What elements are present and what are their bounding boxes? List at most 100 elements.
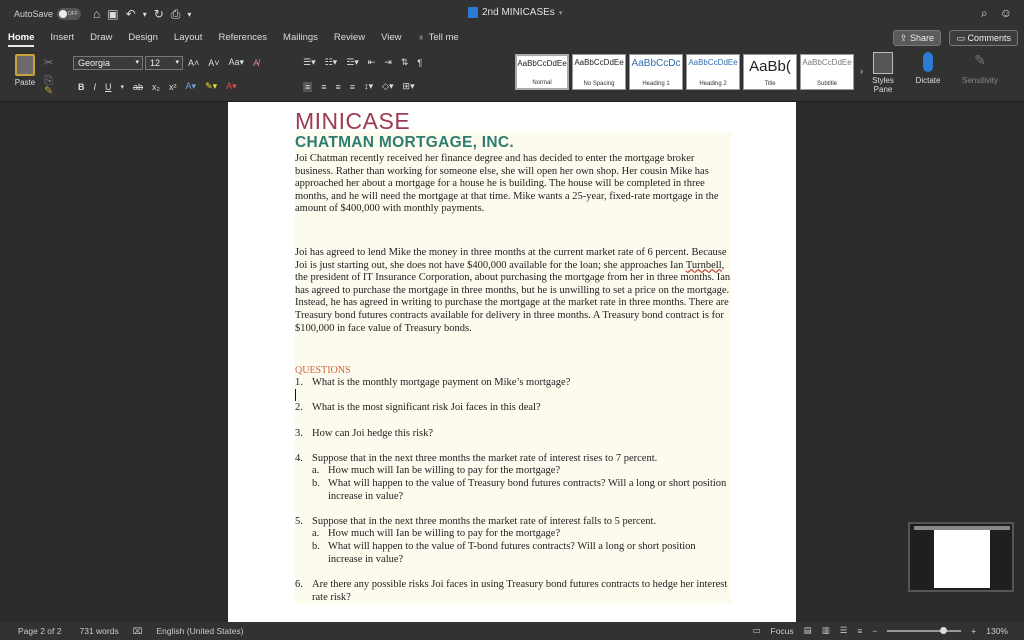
grow-font-icon[interactable]: A˄ — [188, 58, 199, 68]
comments-button[interactable]: ▭ Comments — [949, 30, 1018, 46]
align-left-icon[interactable]: ≡ — [303, 81, 313, 92]
tab-review[interactable]: Review — [334, 28, 365, 48]
tab-home[interactable]: Home — [8, 28, 35, 48]
tab-insert[interactable]: Insert — [50, 28, 74, 48]
styles-pane-label: Styles Pane — [872, 76, 894, 94]
document-page[interactable]: MINICASE CHATMAN MORTGAGE, INC. Joi Chat… — [228, 102, 796, 624]
underline-icon[interactable]: U — [105, 82, 112, 92]
change-case-icon[interactable]: Aa▾ — [229, 57, 245, 68]
shading-icon[interactable]: ◇▾ — [382, 81, 393, 92]
style-no-spacing[interactable]: AaBbCcDdEe No Spacing — [572, 54, 626, 90]
subscript-icon[interactable]: x₂ — [152, 82, 160, 92]
paragraph-marks-icon[interactable]: ¶ — [417, 58, 422, 68]
multilevel-list-icon[interactable]: ☲▾ — [346, 57, 359, 68]
align-center-icon[interactable]: ≡ — [321, 82, 326, 92]
style-name: Normal — [532, 80, 552, 86]
zoom-out-icon[interactable]: − — [872, 626, 877, 636]
styles-more-icon[interactable]: › — [860, 66, 863, 76]
style-normal[interactable]: AaBbCcDdEe Normal — [515, 54, 569, 90]
sensitivity-button[interactable]: ✎ Sensitivity — [958, 52, 1002, 85]
autosave-toggle[interactable]: OFF — [57, 8, 82, 20]
zoom-slider[interactable] — [887, 626, 962, 634]
word-count[interactable]: 731 words — [79, 626, 118, 636]
align-right-icon[interactable]: ≡ — [336, 82, 341, 92]
paste-button[interactable]: Paste — [10, 54, 40, 87]
question-text: How can Joi hedge this risk? — [312, 428, 434, 439]
cut-icon[interactable]: ✂ — [44, 56, 53, 69]
text-effects-icon[interactable]: A▾ — [186, 81, 197, 92]
question-item: 5. Suppose that in the next three months … — [295, 516, 731, 529]
page-count[interactable]: Page 2 of 2 — [18, 626, 61, 636]
web-layout-icon[interactable]: ▥ — [822, 625, 830, 636]
question-item: 2. What is the most significant risk Joi … — [295, 402, 731, 415]
focus-label[interactable]: Focus — [771, 626, 794, 636]
tab-draw[interactable]: Draw — [90, 28, 112, 48]
bold-icon[interactable]: B — [78, 82, 85, 92]
print-icon[interactable]: ⎙ — [171, 7, 181, 22]
tab-mailings[interactable]: Mailings — [283, 28, 318, 48]
save-icon[interactable]: ▣ — [107, 7, 118, 21]
minicase-heading: MINICASE — [295, 108, 411, 134]
paragraph-1: Joi Chatman recently received her financ… — [295, 153, 719, 215]
home-icon[interactable]: ⌂ — [93, 7, 100, 21]
search-icon[interactable]: ⌕ — [981, 6, 988, 21]
style-sample: AaBbCcDc — [631, 58, 681, 69]
proofing-icon[interactable]: ⌧ — [133, 626, 143, 637]
zoom-slider-knob[interactable] — [939, 626, 947, 634]
tab-references[interactable]: References — [218, 28, 267, 48]
language-label[interactable]: English (United States) — [157, 626, 244, 636]
outline-view-icon[interactable]: ☰ — [840, 625, 848, 636]
chevron-down-icon[interactable]: ▾ — [121, 83, 125, 91]
numbering-icon[interactable]: ☷▾ — [325, 57, 338, 68]
style-name: No Spacing — [583, 81, 615, 87]
share-icon: ⇪ — [899, 33, 910, 43]
comment-icon: ▭ — [956, 33, 968, 43]
style-subtitle[interactable]: AaBbCcDdEe Subtitle — [800, 54, 854, 90]
share-button[interactable]: ⇪ Share — [892, 30, 941, 46]
tell-me-search[interactable]: ♁ Tell me — [417, 28, 458, 48]
sub-question-item: b. What will happen to the value of Treas… — [312, 478, 732, 503]
styles-pane-button[interactable]: Styles Pane — [868, 52, 898, 94]
focus-mode-icon[interactable]: ▭ — [752, 625, 760, 636]
zoom-level[interactable]: 130% — [986, 626, 1008, 636]
customize-toolbar-icon[interactable]: ▾ — [187, 10, 191, 19]
decrease-indent-icon[interactable]: ⇤ — [368, 57, 376, 68]
borders-icon[interactable]: ⊞▾ — [403, 81, 415, 92]
question-number: 6. — [295, 579, 303, 590]
tab-design[interactable]: Design — [128, 28, 158, 48]
italic-icon[interactable]: I — [94, 82, 97, 92]
superscript-icon[interactable]: x² — [169, 82, 177, 92]
line-spacing-icon[interactable]: ↕▾ — [364, 81, 373, 92]
microphone-icon — [923, 52, 933, 72]
page-thumbnail-preview[interactable] — [908, 522, 1014, 592]
font-name-select[interactable]: Georgia ▾ — [73, 56, 143, 70]
draft-view-icon[interactable]: ≡ — [857, 626, 862, 636]
document-title[interactable]: 2nd MINICASEs ▾ — [468, 7, 562, 18]
sort-icon[interactable]: ⇅ — [401, 57, 409, 68]
strikethrough-icon[interactable]: ab — [133, 82, 143, 92]
font-color-icon[interactable]: A▾ — [226, 81, 237, 92]
bullets-icon[interactable]: ☰▾ — [303, 57, 316, 68]
redo-icon[interactable]: ↻ — [154, 7, 164, 21]
shrink-font-icon[interactable]: A˅ — [208, 58, 219, 68]
clear-formatting-icon[interactable]: A̸ — [253, 58, 259, 68]
zoom-in-icon[interactable]: + — [971, 626, 976, 636]
undo-icon[interactable]: ↶ — [126, 7, 136, 21]
questions-heading: QUESTIONS — [295, 365, 351, 376]
sub-question-letter: b. — [312, 478, 320, 489]
tab-view[interactable]: View — [381, 28, 401, 48]
chevron-down-icon[interactable]: ▾ — [143, 10, 147, 19]
chevron-down-icon: ▾ — [175, 59, 179, 66]
style-heading-1[interactable]: AaBbCcDc Heading 1 — [629, 54, 683, 90]
print-layout-icon[interactable]: ▤ — [804, 625, 812, 636]
tab-layout[interactable]: Layout — [174, 28, 203, 48]
style-title[interactable]: AaBb(Title — [743, 54, 797, 90]
feedback-smiley-icon[interactable]: ☺ — [1000, 6, 1012, 21]
increase-indent-icon[interactable]: ⇥ — [384, 57, 392, 68]
justify-icon[interactable]: ≡ — [350, 82, 355, 92]
highlight-icon[interactable]: ✎▾ — [205, 81, 217, 92]
font-size-select[interactable]: 12 ▾ — [145, 56, 183, 70]
dictate-button[interactable]: Dictate — [910, 52, 946, 85]
style-heading-2[interactable]: AaBbCcDdEe Heading 2 — [686, 54, 740, 90]
format-painter-icon[interactable]: ✎ — [44, 84, 53, 97]
